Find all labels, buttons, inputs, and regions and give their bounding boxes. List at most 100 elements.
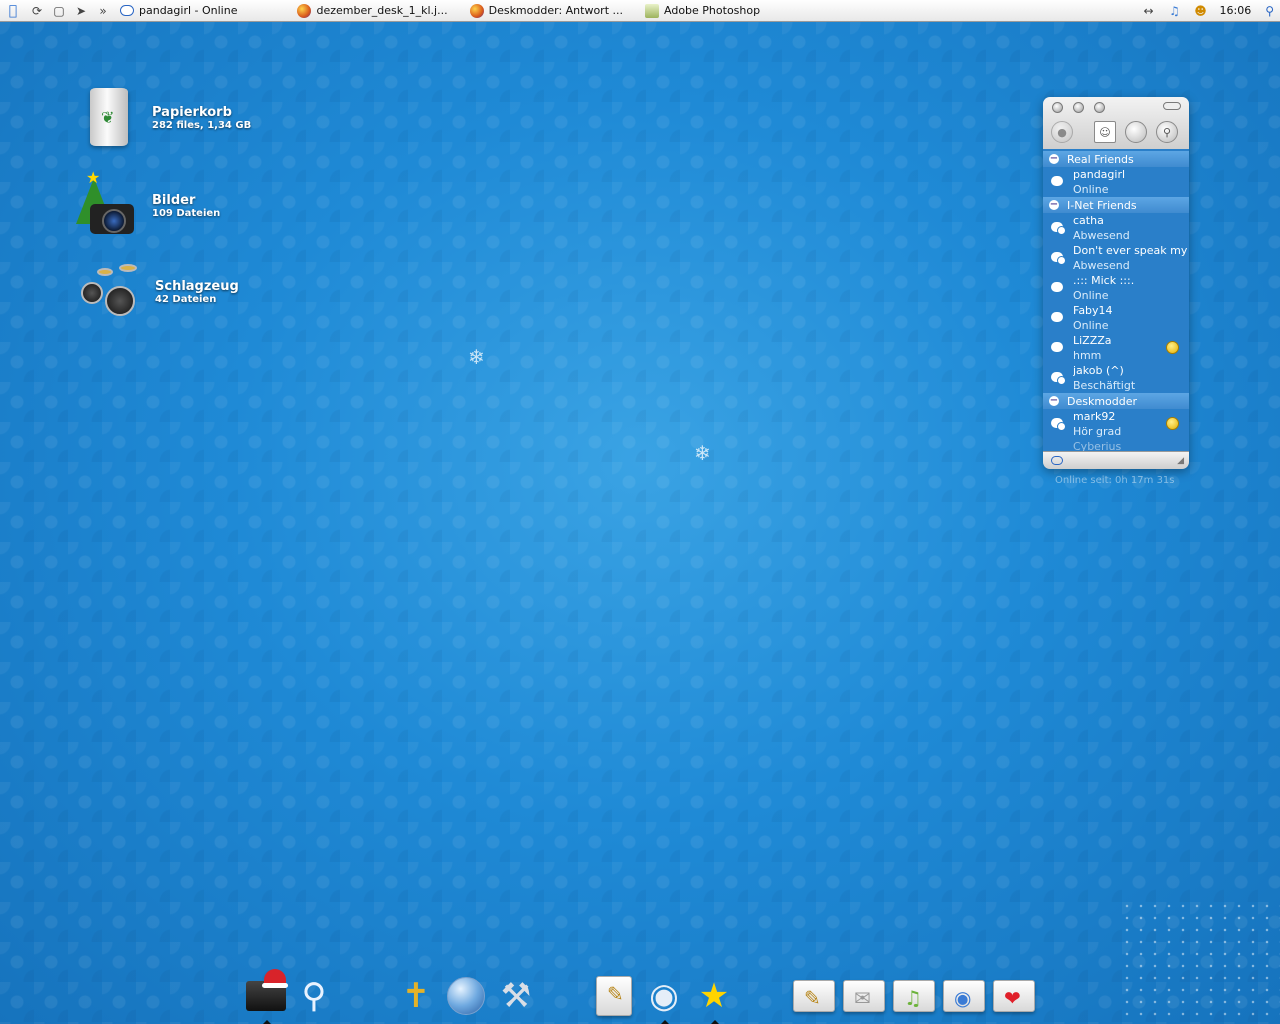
buddy-name: Faby14	[1073, 304, 1113, 317]
finder-santa-icon[interactable]	[242, 969, 290, 1024]
buddy-name: Don't ever speak my	[1073, 244, 1188, 257]
drumkit-icon	[75, 260, 145, 324]
top-menubar:  ⟳ ▢ ➤ » pandagirl - Online dezember_de…	[0, 0, 1280, 22]
buddy-name: .::: Mick :::.	[1073, 274, 1135, 287]
chat-bubble-icon	[1051, 282, 1063, 292]
group-name: Real Friends	[1067, 152, 1134, 166]
buddy-row[interactable]: mark92 Hör grad	[1043, 409, 1189, 439]
notebook-icon[interactable]: ✎	[590, 972, 638, 1020]
desktop-icon-sub: 282 files, 1,34 GB	[152, 120, 252, 131]
buddy-row[interactable]: Faby14 Online	[1043, 303, 1189, 333]
collapse-icon: −	[1049, 153, 1059, 164]
buddy-name: jakob (^)	[1073, 364, 1124, 377]
chat-bubble-icon	[1051, 312, 1063, 322]
lock-icon[interactable]: ⚲	[1156, 121, 1178, 143]
taskbar-item-label: Adobe Photoshop	[664, 4, 761, 17]
network-globe-icon[interactable]	[442, 972, 490, 1020]
chat-bubble-icon	[1051, 342, 1063, 352]
message-bubble-icon[interactable]	[1125, 121, 1147, 143]
desktop-icon-sub: 42 Dateien	[155, 294, 217, 305]
buddy-row[interactable]: .::: Mick :::. Online	[1043, 273, 1189, 303]
desktop-icon-name: Papierkorb	[152, 105, 232, 120]
group-name: I-Net Friends	[1067, 198, 1137, 212]
new-message-icon[interactable]	[1051, 456, 1063, 465]
snowflake-icon: ❄	[468, 345, 485, 369]
toolbar-toggle-button[interactable]	[1163, 102, 1181, 110]
internet-folder-icon[interactable]: ◉	[940, 972, 988, 1020]
buddy-list: − Real Friends pandagirl Online − I-Net …	[1043, 149, 1189, 453]
status-icon[interactable]: ●	[1051, 121, 1073, 143]
group-header-inet-friends[interactable]: − I-Net Friends	[1043, 197, 1189, 213]
smiley-status-icon[interactable]: ☻	[1190, 0, 1212, 22]
photoshop-icon	[645, 3, 659, 18]
spotlight-magnifier-icon[interactable]: ⚲	[290, 972, 338, 1020]
dock: ⚲ ✝ ⚒ ✎ ◉ ★ ✎ ✉ ♫ ◉ ❤	[0, 968, 1280, 1024]
collapse-icon: −	[1049, 199, 1059, 210]
desktop-icon-name: Schlagzeug	[155, 279, 239, 294]
buddy-list-window: ● ☺ ⚲ − Real Friends pandagirl Online − …	[1043, 97, 1189, 469]
snowflake-icon: ❄	[694, 441, 711, 465]
quick-launch-icon[interactable]: ➤	[70, 0, 92, 22]
buddy-row[interactable]: LiZZZa hmm	[1043, 333, 1189, 363]
music-cd-icon[interactable]: ◉	[640, 972, 688, 1024]
taskbar-item-firefox-2[interactable]: Deskmodder: Antwort ...	[464, 0, 629, 22]
buddy-status: Abwesend	[1073, 229, 1130, 242]
camera-tree-icon: ★	[72, 168, 142, 238]
mail-folder-icon[interactable]: ✉	[840, 972, 888, 1020]
desktop-icon-papierkorb[interactable]: Papierkorb 282 files, 1,34 GB	[72, 86, 251, 150]
away-bubble-icon	[1051, 372, 1066, 385]
apple-menu-icon[interactable]: 	[0, 0, 26, 22]
buddy-list-toolbar: ● ☺ ⚲	[1043, 97, 1189, 149]
favorites-star-icon[interactable]: ★	[690, 972, 738, 1024]
taskbar-item-firefox-1[interactable]: dezember_desk_1_kl.j...	[291, 0, 453, 22]
buddy-name: catha	[1073, 214, 1104, 227]
smiley-icon	[1166, 417, 1179, 430]
search-icon[interactable]: ⚲	[1265, 4, 1274, 18]
network-arrows-icon[interactable]: ↔	[1138, 0, 1160, 22]
buddy-list-footer: ◢	[1043, 451, 1189, 469]
overflow-chevron-icon[interactable]: »	[92, 0, 114, 22]
buddy-row[interactable]: Don't ever speak my Abwesend	[1043, 243, 1189, 273]
tools-icon[interactable]: ⚒	[492, 972, 540, 1020]
favorites-folder-icon[interactable]: ❤	[990, 972, 1038, 1020]
group-header-real-friends[interactable]: − Real Friends	[1043, 151, 1189, 167]
away-bubble-icon	[1051, 252, 1066, 265]
chat-bubble-icon	[1051, 176, 1063, 186]
away-bubble-icon	[1051, 222, 1066, 235]
buddy-row[interactable]: jakob (^) Beschäftigt	[1043, 363, 1189, 393]
music-folder-icon[interactable]: ♫	[890, 972, 938, 1020]
taskbar-item-photoshop[interactable]: Adobe Photoshop	[639, 0, 766, 22]
refresh-icon[interactable]: ⟳	[26, 0, 48, 22]
away-bubble-icon	[1051, 418, 1066, 431]
itunes-icon[interactable]: ♫	[1164, 0, 1186, 22]
close-button[interactable]	[1052, 102, 1063, 113]
desktop-icon-schlagzeug[interactable]: Schlagzeug 42 Dateien	[75, 260, 239, 324]
firefox-icon	[297, 3, 312, 18]
collapse-icon: −	[1049, 395, 1059, 406]
taskbar-item-chat[interactable]: pandagirl - Online	[114, 0, 243, 22]
buddy-row[interactable]: pandagirl Online	[1043, 167, 1189, 197]
buddy-status: Online	[1073, 289, 1109, 302]
minimize-button[interactable]	[1073, 102, 1084, 113]
show-desktop-icon[interactable]: ▢	[48, 0, 70, 22]
desktop-icon-sub: 109 Dateien	[152, 208, 221, 219]
desktop-icon-bilder[interactable]: ★ Bilder 109 Dateien	[72, 168, 221, 238]
system-tray: ↔ ♫ ☻ 16:06 ⚲	[1138, 0, 1280, 22]
firefox-icon	[469, 3, 484, 18]
buddy-name: pandagirl	[1073, 168, 1126, 181]
clock[interactable]: 16:06	[1220, 4, 1252, 17]
smiley-icon	[1166, 341, 1179, 354]
group-name: Deskmodder	[1067, 394, 1138, 408]
zoom-button[interactable]	[1094, 102, 1105, 113]
chat-bubble-icon	[120, 5, 134, 16]
online-timer: Online seit: 0h 17m 31s	[1055, 475, 1175, 486]
taskbar-item-label: pandagirl - Online	[139, 4, 238, 17]
contact-card-icon[interactable]: ☺	[1094, 121, 1116, 143]
resize-grip-icon[interactable]: ◢	[1177, 456, 1184, 466]
group-header-deskmodder[interactable]: − Deskmodder	[1043, 393, 1189, 409]
buddy-status: Abwesend	[1073, 259, 1130, 272]
buddy-status: Online	[1073, 319, 1109, 332]
broom-icon[interactable]: ✝	[392, 972, 440, 1020]
buddy-row[interactable]: catha Abwesend	[1043, 213, 1189, 243]
documents-folder-icon[interactable]: ✎	[790, 972, 838, 1020]
